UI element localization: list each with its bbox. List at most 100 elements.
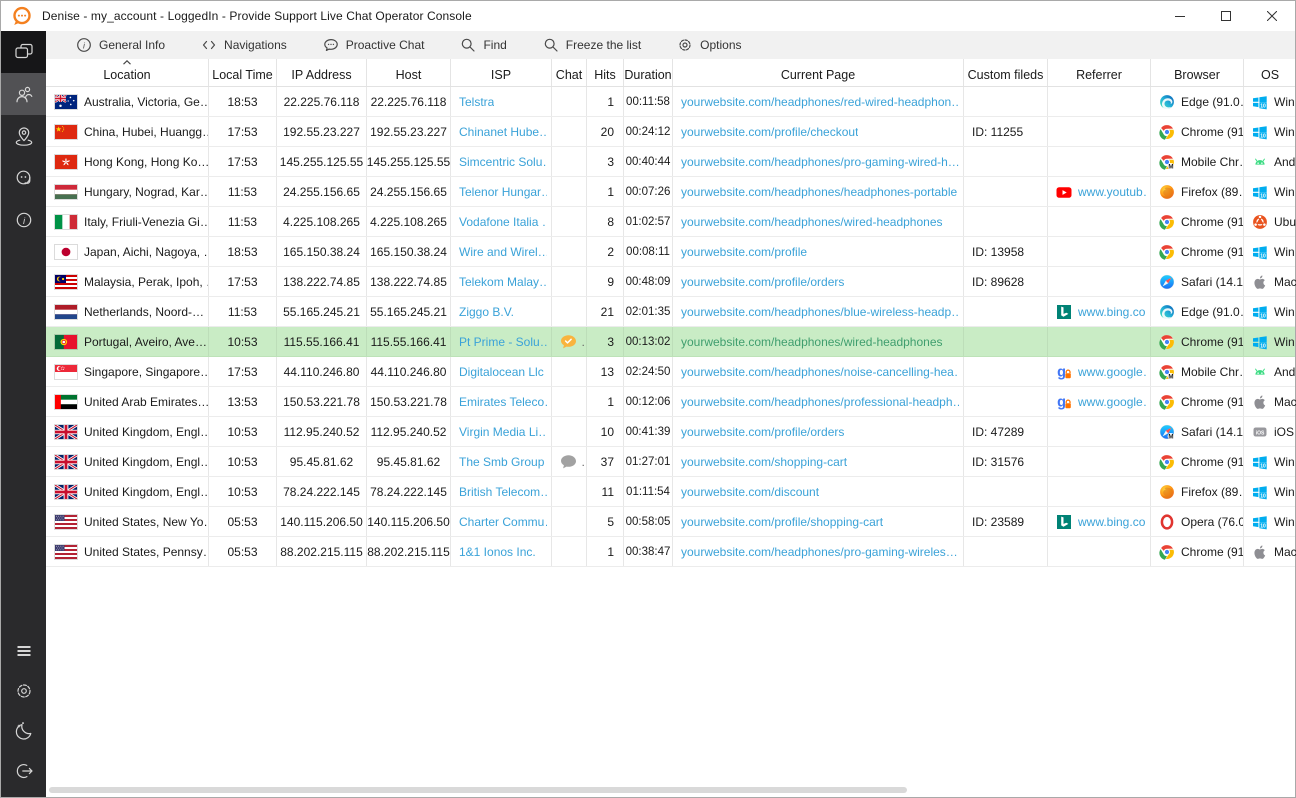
visitor-row-united-kingdom-engl[interactable]: United Kingdom, Engl…10:53112.95.240.521…	[46, 417, 1295, 447]
isp-link[interactable]: Vodafone Italia …	[459, 215, 547, 229]
toolbar-button-general-info[interactable]: iGeneral Info	[76, 37, 165, 53]
close-button[interactable]	[1249, 1, 1295, 31]
cell-isp: Emirates Teleco…	[451, 387, 552, 416]
sidebar-item-logout[interactable]	[1, 751, 46, 791]
svg-text:g: g	[1057, 394, 1066, 410]
toolbar-button-find[interactable]: Find	[460, 37, 506, 53]
column-header-os[interactable]: OS	[1244, 59, 1296, 86]
toolbar-button-proactive-chat[interactable]: Proactive Chat	[323, 37, 425, 53]
column-header-browser[interactable]: Browser	[1151, 59, 1244, 86]
column-header-local-time[interactable]: Local Time	[209, 59, 277, 86]
isp-link[interactable]: Emirates Teleco…	[459, 395, 547, 409]
column-header-ip-address[interactable]: IP Address	[277, 59, 367, 86]
visitor-row-united-arab-emirates[interactable]: United Arab Emirates…13:53150.53.221.781…	[46, 387, 1295, 417]
isp-link[interactable]: The Smb Group	[459, 455, 544, 469]
column-header-isp[interactable]: ISP	[451, 59, 552, 86]
horizontal-scrollbar[interactable]	[46, 785, 1295, 795]
referrer-link[interactable]: www.bing.co…	[1078, 515, 1146, 529]
isp-link[interactable]: Chinanet Hube…	[459, 125, 547, 139]
current-page-link[interactable]: yourwebsite.com/headphones/pro-gaming-wi…	[681, 155, 959, 169]
visitor-row-hong-kong-hong-ko[interactable]: Hong Kong, Hong Ko…17:53145.255.125.5514…	[46, 147, 1295, 177]
current-page-link[interactable]: yourwebsite.com/profile/orders	[681, 275, 844, 289]
cell-chat-status	[552, 507, 587, 536]
isp-link[interactable]: Virgin Media Li…	[459, 425, 547, 439]
current-page-link[interactable]: yourwebsite.com/headphones/wired-headpho…	[681, 215, 943, 229]
visitor-row-australia-victoria-ge[interactable]: Australia, Victoria, Ge…18:5322.225.76.1…	[46, 87, 1295, 117]
column-header-duration[interactable]: Duration	[624, 59, 673, 86]
isp-link[interactable]: British Telecom…	[459, 485, 547, 499]
isp-link[interactable]: 1&1 Ionos Inc.	[459, 545, 536, 559]
referrer-link[interactable]: www.google…	[1078, 395, 1146, 409]
current-page-link[interactable]: yourwebsite.com/headphones/headphones-po…	[681, 185, 957, 199]
cell-ip-address: 138.222.74.85	[277, 267, 367, 296]
column-header-host[interactable]: Host	[367, 59, 451, 86]
sidebar-item-chats[interactable]	[1, 31, 46, 73]
current-page-link[interactable]: yourwebsite.com/discount	[681, 485, 819, 499]
cell-referrer	[1048, 327, 1151, 356]
current-page-link[interactable]: yourwebsite.com/profile/shopping-cart	[681, 515, 883, 529]
visitor-row-china-hubei-huangg[interactable]: China, Hubei, Huangg…17:53192.55.23.2271…	[46, 117, 1295, 147]
isp-link[interactable]: Digitalocean Llc	[459, 365, 544, 379]
visitor-row-netherlands-noord[interactable]: Netherlands, Noord-…11:5355.165.245.2155…	[46, 297, 1295, 327]
isp-link[interactable]: Wire and Wirel…	[459, 245, 547, 259]
column-header-hits[interactable]: Hits	[587, 59, 624, 86]
referrer-link[interactable]: www.bing.co…	[1078, 305, 1146, 319]
visitor-row-portugal-aveiro-ave[interactable]: Portugal, Aveiro, Ave…10:53115.55.166.41…	[46, 327, 1295, 357]
current-page-link[interactable]: yourwebsite.com/headphones/red-wired-hea…	[681, 95, 959, 109]
minimize-button[interactable]	[1157, 1, 1203, 31]
isp-link[interactable]: Pt Prime - Solu…	[459, 335, 547, 349]
referrer-link[interactable]: www.google…	[1078, 365, 1146, 379]
maximize-button[interactable]	[1203, 1, 1249, 31]
isp-link[interactable]: Telenor Hungar…	[459, 185, 547, 199]
toolbar-button-navigations[interactable]: Navigations	[201, 37, 287, 53]
column-header-current-page[interactable]: Current Page	[673, 59, 964, 86]
visitor-row-singapore-singapore[interactable]: Singapore, Singapore…17:5344.110.246.804…	[46, 357, 1295, 387]
isp-link[interactable]: Charter Commu…	[459, 515, 547, 529]
horizontal-scrollbar-thumb[interactable]	[49, 787, 907, 793]
cell-location: Portugal, Aveiro, Ave…	[46, 327, 209, 356]
visitor-row-united-kingdom-engl[interactable]: United Kingdom, Engl…10:5378.24.222.1457…	[46, 477, 1295, 507]
current-page-link[interactable]: yourwebsite.com/headphones/pro-gaming-wi…	[681, 545, 958, 559]
current-page-link[interactable]: yourwebsite.com/headphones/noise-cancell…	[681, 365, 959, 379]
toolbar-button-freeze-the-list[interactable]: Freeze the list	[543, 37, 641, 53]
ip-text: 138.222.74.85	[283, 275, 360, 289]
cell-chat-status: …	[552, 447, 587, 476]
visitor-row-united-kingdom-engl[interactable]: United Kingdom, Engl…10:5395.45.81.6295.…	[46, 447, 1295, 477]
sidebar-item-operators[interactable]	[1, 157, 46, 199]
windows10-icon: 10	[1252, 454, 1268, 470]
isp-link[interactable]: Telekom Malay…	[459, 275, 547, 289]
current-page-link[interactable]: yourwebsite.com/profile/orders	[681, 425, 844, 439]
visitor-row-hungary-nograd-kar[interactable]: Hungary, Nograd, Kar…11:5324.255.156.652…	[46, 177, 1295, 207]
visitor-row-italy-friuli-venezia-gi[interactable]: Italy, Friuli-Venezia Gi…11:534.225.108.…	[46, 207, 1295, 237]
sidebar-item-menu[interactable]	[1, 631, 46, 671]
column-header-custom-fileds[interactable]: Custom fileds	[964, 59, 1048, 86]
sidebar-item-info[interactable]: i	[1, 199, 46, 241]
isp-link[interactable]: Simcentric Solu…	[459, 155, 547, 169]
current-page-link[interactable]: yourwebsite.com/profile	[681, 245, 807, 259]
column-header-referrer[interactable]: Referrer	[1048, 59, 1151, 86]
cell-local-time: 17:53	[209, 357, 277, 386]
column-header-chat[interactable]: Chat	[552, 59, 587, 86]
sidebar-item-away-mode[interactable]	[1, 711, 46, 751]
referrer-link[interactable]: www.youtub…	[1078, 185, 1146, 199]
sidebar-item-geo-location[interactable]	[1, 115, 46, 157]
toolbar-button-options[interactable]: Options	[677, 37, 741, 53]
cell-location: Australia, Victoria, Ge…	[46, 87, 209, 116]
chrome-icon	[1159, 244, 1175, 260]
current-page-link[interactable]: yourwebsite.com/profile/checkout	[681, 125, 858, 139]
visitor-row-united-states-new-yo[interactable]: United States, New Yo…05:53140.115.206.5…	[46, 507, 1295, 537]
current-page-link[interactable]: yourwebsite.com/headphones/professional-…	[681, 395, 959, 409]
sidebar-item-settings[interactable]	[1, 671, 46, 711]
visitor-row-united-states-pennsy[interactable]: United States, Pennsy…05:5388.202.215.11…	[46, 537, 1295, 567]
isp-link[interactable]: Ziggo B.V.	[459, 305, 514, 319]
current-page-link[interactable]: yourwebsite.com/shopping-cart	[681, 455, 847, 469]
column-header-location[interactable]: Location	[46, 59, 209, 86]
visitor-row-malaysia-perak-ipoh[interactable]: Malaysia, Perak, Ipoh, …17:53138.222.74.…	[46, 267, 1295, 297]
visitor-row-japan-aichi-nagoya[interactable]: Japan, Aichi, Nagoya, …18:53165.150.38.2…	[46, 237, 1295, 267]
current-page-link[interactable]: yourwebsite.com/headphones/blue-wireless…	[681, 305, 959, 319]
custom-field-text: ID: 11255	[972, 125, 1023, 139]
duration-text: 01:11:54	[626, 486, 670, 498]
isp-link[interactable]: Telstra	[459, 95, 494, 109]
sidebar-item-visitors[interactable]	[1, 73, 46, 115]
current-page-link[interactable]: yourwebsite.com/headphones/wired-headpho…	[681, 335, 943, 349]
